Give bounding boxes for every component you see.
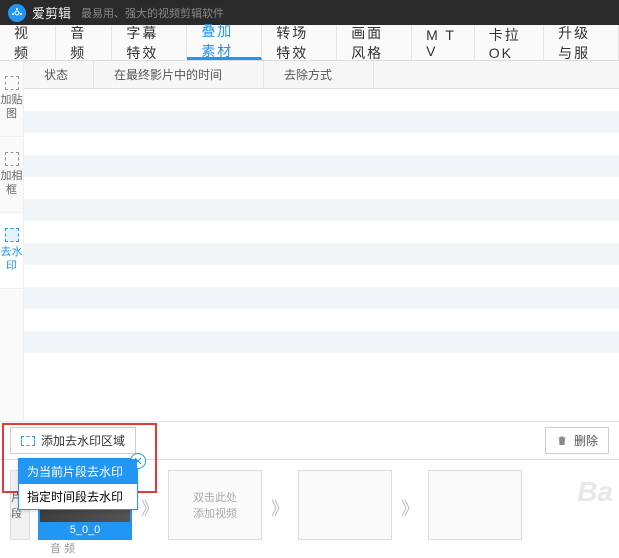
col-time[interactable]: 在最终影片中的时间 (94, 61, 264, 88)
app-name: 爱剪辑 (32, 3, 71, 22)
list-body (24, 89, 619, 421)
tab-video[interactable]: 视 频 (0, 25, 56, 60)
popup-option-current-clip[interactable]: 为当前片段去水印 (19, 459, 137, 484)
chevron-right-icon: 》 (140, 495, 160, 515)
trash-icon (556, 434, 568, 447)
tab-upgrade[interactable]: 升级与服 (544, 25, 619, 60)
tab-mtv[interactable]: M T V (412, 25, 475, 60)
side-tool-frame[interactable]: 加相框 (0, 137, 23, 213)
sticker-icon (5, 76, 19, 90)
tab-transition[interactable]: 转场特效 (262, 25, 337, 60)
chevron-right-icon: 》 (400, 495, 420, 515)
tab-audio[interactable]: 音 频 (56, 25, 112, 60)
app-tagline: 最易用、强大的视频剪辑软件 (81, 5, 224, 21)
tab-karaoke[interactable]: 卡拉OK (475, 25, 544, 60)
delete-button[interactable]: 删除 (545, 427, 609, 454)
col-method[interactable]: 去除方式 (264, 61, 374, 88)
title-bar: 爱剪辑 最易用、强大的视频剪辑软件 (0, 0, 619, 25)
list-header: 状态 在最终影片中的时间 去除方式 (24, 61, 619, 89)
popup-option-time-range[interactable]: 指定时间段去水印 (19, 484, 137, 509)
empty-slot[interactable] (298, 470, 392, 540)
action-bar: 添加去水印区域 删除 (0, 421, 619, 459)
main-tab-bar: 视 频 音 频 字幕特效 叠加素材 转场特效 画面风格 M T V 卡拉OK 升… (0, 25, 619, 61)
add-watermark-region-button[interactable]: 添加去水印区域 (10, 427, 136, 454)
app-logo-icon (8, 4, 26, 22)
tab-subtitle[interactable]: 字幕特效 (112, 25, 187, 60)
side-tool-sticker[interactable]: 加贴图 (0, 61, 23, 137)
chevron-right-icon: 》 (270, 495, 290, 515)
footer-audio-label: 音 频 (50, 540, 75, 556)
dewatermark-icon (5, 228, 19, 242)
region-icon (21, 436, 35, 446)
col-status[interactable]: 状态 (24, 61, 94, 88)
add-region-popup: ✕ 为当前片段去水印 指定时间段去水印 (18, 458, 138, 510)
empty-slot[interactable] (428, 470, 522, 540)
side-toolbar: 加贴图 加相框 去水印 (0, 61, 24, 421)
add-video-slot[interactable]: 双击此处 添加视频 (168, 470, 262, 540)
clip-name: 5_0_0 (40, 522, 130, 538)
tab-style[interactable]: 画面风格 (337, 25, 412, 60)
tab-overlay[interactable]: 叠加素材 (187, 25, 262, 60)
watermark-list-panel: 状态 在最终影片中的时间 去除方式 (24, 61, 619, 421)
frame-icon (5, 152, 19, 166)
side-tool-dewatermark[interactable]: 去水印 (0, 213, 23, 289)
